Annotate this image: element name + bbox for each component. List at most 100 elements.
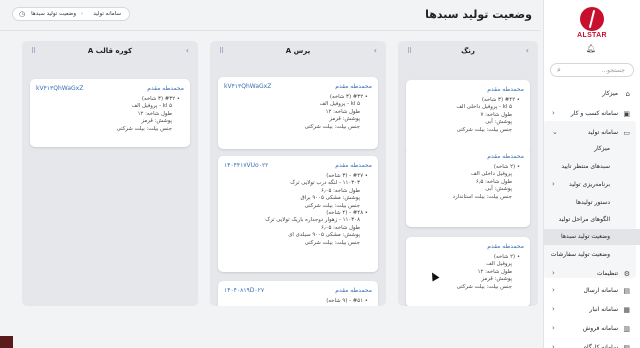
- sidebar-item-label: دستور تولیدها: [576, 199, 610, 206]
- card-code[interactable]: ۱۴۰۴۰۸۱۹D۰۲۷: [224, 287, 264, 294]
- chevron-right-icon[interactable]: ›: [374, 46, 377, 55]
- breadcrumb-item-system[interactable]: سامانه تولید: [93, 11, 121, 17]
- sidebar-item[interactable]: ▥ سامانه فروش ‹: [544, 321, 640, 337]
- sidebar-search-input[interactable]: جستجو... ⌕: [550, 63, 634, 77]
- card-detail-line: جنس بیلت: بیلت شرکتی: [116, 125, 172, 132]
- search-icon: ⌕: [557, 66, 561, 74]
- column-header: رنگ ⠿ ›: [398, 41, 538, 61]
- sidebar-item-label: سامانه کارگاه: [583, 344, 618, 348]
- card-author: محمدطه مقدم: [335, 83, 372, 90]
- sidebar-item[interactable]: ⌂ میزکار: [544, 86, 640, 102]
- brand-logo[interactable]: ALSTAR: [573, 7, 611, 40]
- production-card[interactable]: محمدطه مقدم ۱۴۰۴۴۱۷VUo۰۲۲ • #۴۷ - (۳ شاخه)…: [218, 156, 378, 272]
- sidebar-item-label: میزکار: [602, 90, 618, 97]
- card-detail-line: پوشش: مشکی ۹۰۰۵ براق: [300, 195, 360, 202]
- card-code[interactable]: kV۴۱۳QhWaGxZ: [36, 85, 83, 92]
- card-detail-line: • (۲ شاخه): [493, 164, 520, 170]
- card-detail-line: • #۳۲ (۳ شاخه): [329, 94, 368, 100]
- sidebar-item-label: وضعیت تولید سبدها: [561, 233, 610, 240]
- chevron-right-icon[interactable]: ›: [186, 46, 189, 55]
- card-detail-line: جنس بیلت: بیلت شرکتی: [304, 123, 360, 130]
- brand-name: ALSTAR: [577, 32, 607, 39]
- chevron-right-icon[interactable]: ›: [526, 46, 529, 55]
- card-detail-line: طول شاخه: ۱۲: [325, 108, 360, 115]
- header-divider: [0, 30, 540, 31]
- sidebar-item-label: سامانه فروش: [582, 325, 618, 332]
- chevron-left-icon[interactable]: ‹: [552, 305, 555, 313]
- card-detail-line: پوشش: قرمز: [329, 116, 360, 123]
- chevron-left-icon[interactable]: ‹: [552, 109, 555, 117]
- card-detail-line: ۵ kl - پروفیل داخلی الف: [456, 104, 512, 111]
- sidebar-item[interactable]: ▭ سامانه تولید ⌄: [544, 125, 640, 141]
- card-detail-line: پروفیل الف: [486, 261, 512, 268]
- sidebar-item[interactable]: وضعیت تولید سفارشات: [544, 247, 640, 263]
- sidebar-item-label: الگوهای مراحل تولید: [558, 216, 610, 223]
- sidebar-item[interactable]: ▦ سامانه انبار ‹: [544, 302, 640, 318]
- card-detail-line: جنس بیلت: بیلت شرکتی: [304, 239, 360, 246]
- sidebar-item[interactable]: دستور تولیدها: [544, 195, 640, 211]
- briefcase-icon: ▣: [623, 110, 630, 118]
- sidebar-item[interactable]: وضعیت تولید سبدها: [544, 229, 640, 245]
- column-title: کوره قالب A: [87, 47, 133, 55]
- kanban-column: پرس A ⠿ › محمدطه مقدم kV۴۱۳QhWaGxZ • #۳۲ (۳ ش…: [210, 41, 386, 306]
- sidebar-item-label: سامانه تولید: [587, 129, 618, 136]
- card-detail-line: • #۳۲ (۳ شاخه): [141, 96, 180, 102]
- sidebar-item-label: وضعیت تولید سفارشات: [550, 251, 610, 258]
- sidebar-item[interactable]: برنامه‌ریزی تولید ‹: [544, 177, 640, 193]
- card-detail-line: پوشش: آبی: [485, 119, 512, 126]
- card-detail-line: • (۲ شاخه): [493, 254, 520, 260]
- chevron-left-icon[interactable]: ‹: [552, 343, 555, 348]
- chevron-left-icon[interactable]: ‹: [552, 286, 555, 294]
- card-detail-line: جنس بیلت: بیلت استاندارد: [452, 193, 512, 200]
- card-detail-line: پروفیل داخلی الف: [470, 171, 512, 178]
- card-detail-line: پوشش: قرمز: [481, 276, 512, 283]
- sidebar-item[interactable]: ▧ سامانه کارگاه ‹: [544, 340, 640, 348]
- clock-icon[interactable]: ◷: [19, 10, 25, 18]
- column-title: رنگ: [461, 47, 475, 55]
- card-detail-line: پوشش: مشکی ۹۰۰۵ سیلدی ای: [288, 232, 360, 239]
- production-card[interactable]: محمدطه مقدم kV۴۱۳QhWaGxZ • #۳۲ (۳ شاخه) ۵ k…: [218, 77, 378, 149]
- chevron-left-icon[interactable]: ‹: [552, 324, 555, 332]
- production-card[interactable]: محمدطه مقدم • (۲ شاخه) پروفیل الف طول شاخه:…: [406, 237, 530, 306]
- card-detail-line: پوشش: قرمز: [141, 118, 172, 125]
- production-card[interactable]: محمدطه مقدم kV۴۱۳QhWaGxZ • #۳۲ (۳ شاخه) ۵ k…: [30, 79, 190, 147]
- card-detail-line: ۵ kl - پروفیل الف: [131, 103, 172, 110]
- drag-handle-icon[interactable]: ⠿: [31, 47, 36, 55]
- card-author: محمدطه مقدم: [487, 243, 524, 250]
- home-icon: ⌂: [625, 90, 630, 98]
- bell-icon[interactable]: 🔔︎: [586, 44, 596, 54]
- chevron-down-icon[interactable]: ⌄: [552, 128, 558, 136]
- sidebar-item[interactable]: میزکار: [544, 141, 640, 157]
- sidebar-item[interactable]: ▤ سامانه ارسال ‹: [544, 283, 640, 299]
- card-code[interactable]: kV۴۱۳QhWaGxZ: [224, 83, 271, 90]
- kanban-column: کوره قالب A ⠿ › محمدطه مقدم kV۴۱۳QhWaGxZ • #۳…: [22, 41, 198, 306]
- gear-icon: ⚙: [623, 270, 630, 278]
- production-card[interactable]: محمدطه مقدم ۱۴۰۴۰۸۱۹D۰۲۷ • #۵۱ - (۹ شاخه): [218, 281, 378, 306]
- card-author: محمدطه مقدم: [335, 162, 372, 169]
- drag-handle-icon[interactable]: ⠿: [219, 47, 224, 55]
- production-card[interactable]: محمدطه مقدم • #۴۲ (۳ شاخه) ۵ kl - پروفیل د…: [406, 80, 530, 154]
- column-title: پرس A: [285, 47, 311, 55]
- warehouse-icon: ▦: [623, 306, 630, 314]
- sidebar-item-label: سامانه انبار: [589, 306, 618, 313]
- breadcrumb-separator: ›: [80, 11, 83, 17]
- card-author: محمدطه مقدم: [487, 153, 524, 160]
- chevron-left-icon[interactable]: ‹: [552, 269, 555, 277]
- card-detail-line: ۱۱۰۳۰۳ - لنگه درب تولایی ترک: [290, 180, 360, 187]
- sidebar-item[interactable]: الگوهای مراحل تولید: [544, 212, 640, 228]
- card-detail-line: • #۴۲ (۳ شاخه): [481, 97, 520, 103]
- column-header: کوره قالب A ⠿ ›: [22, 41, 198, 61]
- sidebar-item[interactable]: ⚙ تنظیمات ‹: [544, 266, 640, 282]
- drag-handle-icon[interactable]: ⠿: [407, 47, 412, 55]
- folder-icon: ▭: [623, 129, 630, 137]
- sidebar-item[interactable]: سبدهای منتظر تایید: [544, 159, 640, 175]
- chevron-left-icon[interactable]: ‹: [552, 180, 555, 188]
- card-detail-line: • #۵۱ - (۹ شاخه): [326, 298, 368, 304]
- production-card[interactable]: محمدطه مقدم • (۲ شاخه) پروفیل داخلی الف طول…: [406, 147, 530, 227]
- sidebar-item-label: میزکار: [594, 145, 610, 152]
- taskbar-app-icon[interactable]: [0, 336, 13, 348]
- card-code[interactable]: ۱۴۰۴۴۱۷VUo۰۲۲: [224, 162, 268, 169]
- sidebar-item[interactable]: ▣ سامانه کسب و کار ‹: [544, 106, 640, 122]
- sidebar-item-label: تنظیمات: [596, 270, 618, 277]
- card-detail-line: جنس بیلت: بیلت شرکتی: [456, 283, 512, 290]
